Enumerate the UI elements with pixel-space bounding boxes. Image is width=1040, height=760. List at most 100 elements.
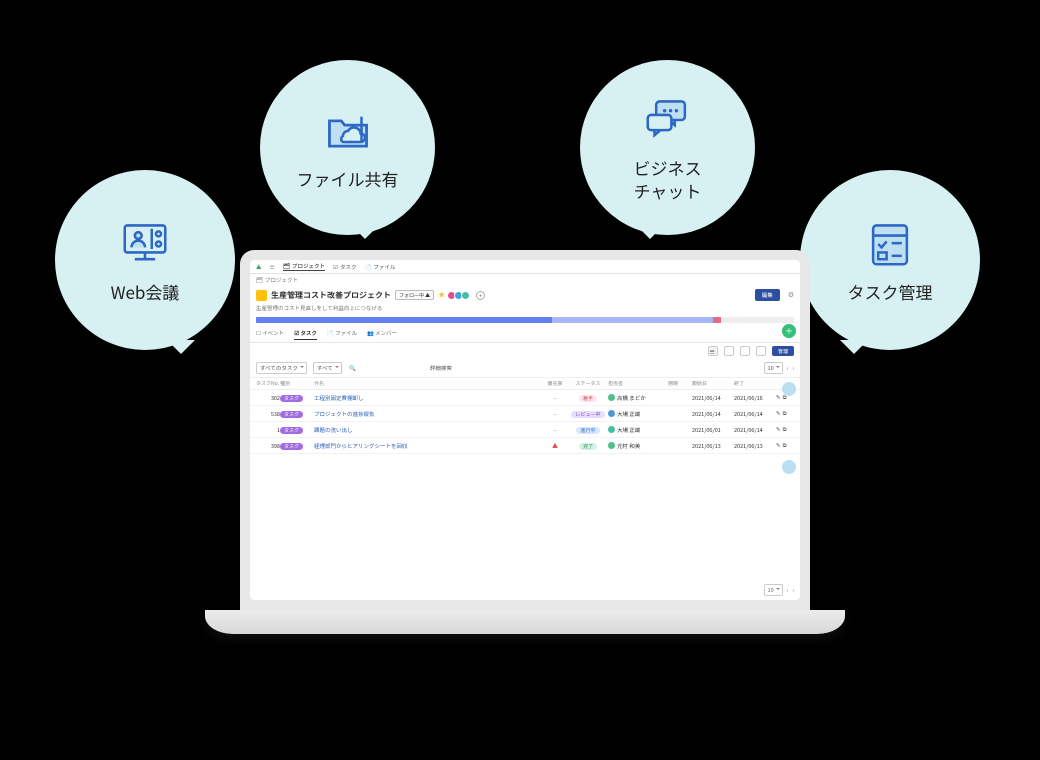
table-row[interactable]: 538タスクプロジェクトの進捗報告-レビュー中大場 正雄2021/06/1420… [250, 406, 800, 422]
table-row[interactable]: 1タスク課題の洗い出し-進行中大場 正雄2021/06/012021/06/14… [250, 422, 800, 438]
view-board-icon[interactable] [724, 346, 734, 356]
chat-icon [641, 93, 695, 147]
col-due[interactable]: 期限 [668, 380, 692, 387]
page-size-select[interactable]: 10 [764, 362, 783, 374]
cell-assignee: 高橋 まどか [608, 394, 668, 402]
fab-secondary[interactable] [782, 382, 796, 396]
cell-name[interactable]: 工程別固定費棚卸し [314, 394, 542, 402]
view-list-icon[interactable]: ≡ [708, 346, 718, 356]
cell-end: 2021/06/16 [734, 394, 776, 402]
view-toolstrip: ≡ 管理 [250, 343, 800, 359]
avatar[interactable] [461, 291, 470, 300]
feature-bubble-business-chat: ビジネス チャット [580, 60, 755, 235]
cell-assignee: 大場 正雄 [608, 426, 668, 434]
edit-button[interactable]: 編集 [755, 289, 780, 301]
task-table-header: タスクNo. 種別 件名 優先度 ステータス 担当者 期限 開始日 終了 [250, 377, 800, 390]
cell-end: 2021/06/14 [734, 410, 776, 418]
tab-event[interactable]: ☐ イベント [256, 327, 284, 340]
follow-button[interactable]: フォロー中 ▲ [395, 290, 434, 300]
pager-prev-icon[interactable]: ‹ [787, 586, 789, 594]
project-tabs: ☐ イベント ☑ タスク 📄 ファイル 👥 メンバー [250, 327, 800, 343]
cell-id: 302 [256, 394, 280, 402]
pager-next-icon[interactable]: › [792, 364, 794, 372]
fab-secondary[interactable] [782, 460, 796, 474]
add-member-button[interactable]: + [476, 291, 485, 300]
tab-member[interactable]: 👥 メンバー [367, 327, 397, 340]
cell-priority: ▲ [542, 441, 568, 450]
task-filter-select[interactable]: すべてのタスク [256, 362, 307, 374]
pager-prev-icon[interactable]: ‹ [787, 364, 789, 372]
edit-icon[interactable]: ✎ [776, 425, 781, 434]
cell-type: タスク [280, 442, 314, 450]
fab-add[interactable]: ＋ [782, 324, 796, 338]
edit-icon[interactable]: ✎ [776, 393, 781, 402]
edit-icon[interactable]: ✎ [776, 441, 781, 450]
col-end[interactable]: 終了 [734, 380, 776, 387]
tab-task[interactable]: ☑ タスク [294, 327, 317, 340]
cell-name[interactable]: プロジェクトの進捗報告 [314, 410, 542, 418]
project-description: 生産管理のコスト見直しをして利益向上につなげる [250, 304, 800, 315]
nav-file[interactable]: 📄ファイル [364, 263, 395, 271]
cell-end: 2021/06/13 [734, 442, 776, 450]
cell-id: 398 [256, 442, 280, 450]
detail-search-link[interactable]: 詳細検索 [430, 364, 452, 372]
copy-icon[interactable]: ⧉ [783, 409, 787, 418]
member-avatars[interactable] [449, 291, 470, 300]
pager-bottom: 10 ‹ › [764, 584, 794, 596]
feature-label: ファイル共有 [297, 168, 399, 190]
view-cal-icon[interactable] [756, 346, 766, 356]
menu-icon[interactable]: ≡ [270, 263, 276, 271]
cell-name[interactable]: 経理部門からヒアリングシートを回収 [314, 442, 542, 450]
col-type[interactable]: 種別 [280, 380, 314, 387]
nav-project[interactable]: 🗂プロジェクト [283, 262, 325, 271]
table-row[interactable]: 398タスク経理部門からヒアリングシートを回収▲完了元村 和美2021/06/1… [250, 438, 800, 454]
status-filter-select[interactable]: すべて [313, 362, 342, 374]
settings-icon[interactable]: ⚙ [788, 290, 794, 300]
tab-file[interactable]: 📄 ファイル [327, 327, 357, 340]
copy-icon[interactable]: ⧉ [783, 441, 787, 450]
nav-task[interactable]: ☑タスク [333, 263, 356, 271]
copy-icon[interactable]: ⧉ [783, 425, 787, 434]
feature-bubble-file-share: ファイル共有 [260, 60, 435, 235]
filter-row: すべてのタスク すべて 🔍 詳細検索 10 ‹ › [250, 359, 800, 377]
col-assignee[interactable]: 担当者 [608, 380, 668, 387]
app-window: ▲ ≡ 🗂プロジェクト ☑タスク 📄ファイル 🗂 プロジェクト 生産管理コスト改… [250, 260, 800, 600]
page-size-select[interactable]: 10 [764, 584, 783, 596]
col-name[interactable]: 件名 [314, 380, 542, 387]
cell-assignee: 大場 正雄 [608, 410, 668, 418]
feature-label: タスク管理 [848, 281, 933, 303]
feature-bubble-web-meeting: Web会議 [55, 170, 235, 350]
cell-status: 着手 [568, 394, 608, 402]
col-status[interactable]: ステータス [568, 380, 608, 387]
cloud-folder-icon [321, 104, 375, 158]
project-folder-icon [256, 290, 267, 301]
cell-type: タスク [280, 394, 314, 402]
cell-status: 完了 [568, 442, 608, 450]
star-icon[interactable]: ★ [438, 290, 445, 300]
cell-status: レビュー中 [568, 410, 608, 418]
cell-status: 進行中 [568, 426, 608, 434]
progress-bar [256, 317, 794, 323]
cell-priority: - [542, 410, 568, 418]
cell-start: 2021/06/01 [692, 426, 734, 434]
table-row[interactable]: 302タスク工程別固定費棚卸し-着手高橋 まどか2021/06/142021/0… [250, 390, 800, 406]
feature-label: ビジネス チャット [634, 157, 702, 201]
cell-start: 2021/06/13 [692, 442, 734, 450]
col-id[interactable]: タスクNo. [256, 380, 280, 387]
cell-actions: ✎⧉ [776, 425, 794, 434]
edit-icon[interactable]: ✎ [776, 409, 781, 418]
breadcrumb-text[interactable]: プロジェクト [265, 276, 298, 284]
view-gantt-icon[interactable] [740, 346, 750, 356]
col-start[interactable]: 開始日 [692, 380, 734, 387]
cell-name[interactable]: 課題の洗い出し [314, 426, 542, 434]
cell-start: 2021/06/14 [692, 410, 734, 418]
pager-top: 10 ‹ › [764, 362, 794, 374]
pager-next-icon[interactable]: › [792, 586, 794, 594]
global-nav: ▲ ≡ 🗂プロジェクト ☑タスク 📄ファイル [250, 260, 800, 274]
manage-button[interactable]: 管理 [772, 346, 794, 356]
search-icon[interactable]: 🔍 [348, 363, 358, 373]
cell-start: 2021/06/14 [692, 394, 734, 402]
cell-type: タスク [280, 410, 314, 418]
cell-actions: ✎⧉ [776, 441, 794, 450]
col-priority[interactable]: 優先度 [542, 380, 568, 387]
